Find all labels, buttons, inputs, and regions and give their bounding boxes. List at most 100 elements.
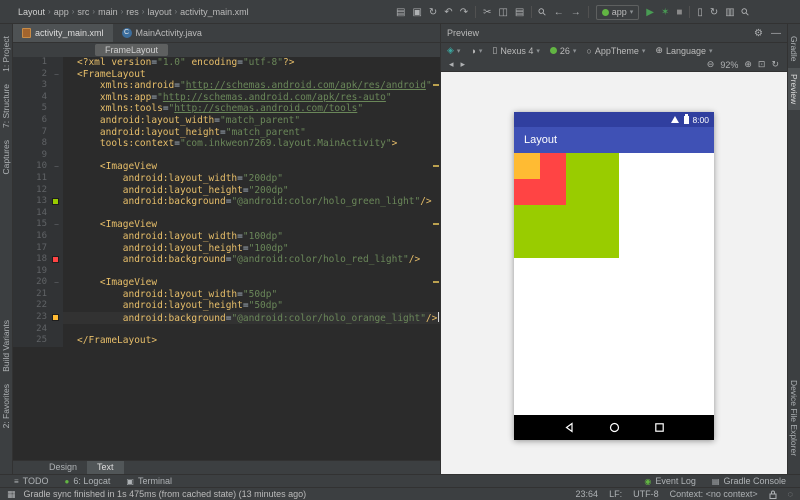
tool-stripe-button-2-favorites[interactable]: 2: Favorites bbox=[0, 378, 12, 434]
sdk-manager-icon[interactable]: ▥ bbox=[725, 7, 734, 18]
warning-mark[interactable] bbox=[433, 281, 439, 283]
theme-selector[interactable]: ○ AppTheme ▾ bbox=[586, 46, 645, 56]
next-screen-icon[interactable]: ▸ bbox=[461, 59, 466, 70]
lock-icon[interactable] bbox=[769, 490, 777, 499]
run-configuration-selector[interactable]: app▾ bbox=[596, 5, 640, 20]
night-mode-selector[interactable]: ◑ ▾ bbox=[470, 46, 482, 56]
code-line[interactable]: 17 android:layout_height="100dp" bbox=[13, 243, 440, 255]
file-encoding[interactable]: UTF-8 bbox=[633, 489, 659, 499]
code-line[interactable]: 23 android:background="@android:color/ho… bbox=[13, 312, 440, 324]
color-swatch[interactable] bbox=[52, 314, 59, 321]
zoom-fit-icon[interactable]: ⊡ bbox=[758, 59, 766, 70]
tab-activity-main-xml[interactable]: activity_main.xml bbox=[13, 24, 113, 42]
tool-stripe-button-captures[interactable]: Captures bbox=[0, 134, 12, 181]
tool-window-button-gradle-console[interactable]: ▤Gradle Console bbox=[712, 476, 786, 486]
back-icon[interactable] bbox=[564, 422, 575, 433]
breadcrumb-item[interactable]: Layout bbox=[18, 7, 45, 17]
zoom-in-icon[interactable]: ⊕ bbox=[744, 59, 752, 70]
code-line[interactable]: 22 android:layout_height="50dp" bbox=[13, 300, 440, 312]
notifications-icon[interactable]: ◌ bbox=[788, 489, 793, 499]
tool-stripe-button-1-project[interactable]: 1: Project bbox=[0, 30, 12, 78]
tool-stripe-button-build-variants[interactable]: Build Variants bbox=[0, 314, 12, 378]
tool-stripe-button-gradle[interactable]: Gradle bbox=[788, 30, 800, 68]
tool-stripe-button-7-structure[interactable]: 7: Structure bbox=[0, 78, 12, 134]
color-swatch[interactable] bbox=[52, 256, 59, 263]
tab-mainactivity-java[interactable]: CMainActivity.java bbox=[113, 24, 211, 42]
paste-icon[interactable]: ▤ bbox=[515, 7, 524, 18]
tool-stripe-button-preview[interactable]: Preview bbox=[788, 68, 800, 110]
warning-mark[interactable] bbox=[433, 84, 439, 86]
copy-icon[interactable]: ◫ bbox=[498, 7, 507, 18]
preview-settings-icon[interactable]: ⚙ bbox=[754, 28, 763, 39]
sync-files-icon[interactable]: ↻ bbox=[429, 7, 437, 18]
mode-tab-design[interactable]: Design bbox=[39, 461, 87, 474]
code-line[interactable]: 18 android:background="@android:color/ho… bbox=[13, 254, 440, 266]
code-line[interactable]: 15− <ImageView bbox=[13, 219, 440, 231]
find-icon[interactable]: ⚲ bbox=[537, 6, 550, 19]
open-project-icon[interactable]: ▤ bbox=[396, 7, 405, 18]
device-selector[interactable]: ▯ Nexus 4 ▾ bbox=[492, 45, 540, 56]
api-selector[interactable]: 26 ▾ bbox=[550, 46, 577, 56]
code-editor[interactable]: 1<?xml version="1.0" encoding="utf-8"?> 2… bbox=[13, 57, 440, 460]
breadcrumb-item[interactable]: app bbox=[54, 7, 69, 17]
breadcrumb-item[interactable]: activity_main.xml bbox=[180, 7, 249, 17]
cut-icon[interactable]: ✂ bbox=[483, 7, 491, 18]
forward-icon[interactable]: → bbox=[571, 7, 581, 18]
breadcrumb-item[interactable]: res bbox=[126, 7, 139, 17]
code-line[interactable]: 13 android:background="@android:color/ho… bbox=[13, 196, 440, 208]
warning-mark[interactable] bbox=[433, 223, 439, 225]
refresh-icon[interactable]: ↻ bbox=[771, 59, 779, 70]
code-line[interactable]: 12 android:layout_height="200dp" bbox=[13, 185, 440, 197]
locale-selector[interactable]: ⊕ Language ▾ bbox=[655, 45, 712, 56]
code-line[interactable]: 25</FrameLayout> bbox=[13, 335, 440, 347]
code-line[interactable]: 11 android:layout_width="200dp" bbox=[13, 173, 440, 185]
fold-marker-icon[interactable]: − bbox=[54, 69, 59, 81]
tool-window-button-terminal[interactable]: ▣Terminal bbox=[126, 476, 172, 486]
fold-marker-icon[interactable]: − bbox=[54, 277, 59, 289]
stop-icon[interactable]: ■ bbox=[676, 7, 682, 18]
avd-manager-icon[interactable]: ▯ bbox=[697, 7, 703, 18]
code-line[interactable]: 16 android:layout_width="100dp" bbox=[13, 231, 440, 243]
fold-marker-icon[interactable]: − bbox=[54, 161, 59, 173]
mode-tab-text[interactable]: Text bbox=[87, 461, 124, 474]
back-icon[interactable]: ← bbox=[554, 7, 564, 18]
xml-breadcrumb-framelayout[interactable]: FrameLayout bbox=[95, 44, 168, 56]
warning-mark[interactable] bbox=[433, 165, 439, 167]
search-everywhere-icon[interactable]: ⚲ bbox=[739, 6, 752, 19]
code-line[interactable]: 5 xmlns:tools="http://schemas.android.co… bbox=[13, 103, 440, 115]
zoom-out-icon[interactable]: ⊖ bbox=[707, 59, 715, 70]
caret-position[interactable]: 23:64 bbox=[576, 489, 599, 499]
fold-marker-icon[interactable]: − bbox=[54, 219, 59, 231]
device-preview[interactable]: 8:00 Layout bbox=[514, 112, 714, 440]
code-line[interactable]: 1<?xml version="1.0" encoding="utf-8"?> bbox=[13, 57, 440, 69]
color-swatch[interactable] bbox=[52, 198, 59, 205]
debug-icon[interactable]: ✶ bbox=[661, 7, 669, 18]
code-line[interactable]: 21 android:layout_width="50dp" bbox=[13, 289, 440, 301]
code-line[interactable]: 6 android:layout_width="match_parent" bbox=[13, 115, 440, 127]
breadcrumb-item[interactable]: main bbox=[98, 7, 118, 17]
gradle-sync-icon[interactable]: ↻ bbox=[710, 7, 718, 18]
home-icon[interactable] bbox=[609, 422, 620, 433]
code-line[interactable]: 3 xmlns:android="http://schemas.android.… bbox=[13, 80, 440, 92]
tool-stripe-button-device-file-explorer[interactable]: Device File Explorer bbox=[788, 374, 800, 462]
code-line[interactable]: 19 bbox=[13, 266, 440, 278]
context-widget[interactable]: Context: <no context> bbox=[670, 489, 758, 499]
breadcrumb-item[interactable]: layout bbox=[147, 7, 171, 17]
tool-window-button-event-log[interactable]: ◉Event Log bbox=[644, 476, 696, 486]
tool-window-button-todo[interactable]: ≡TODO bbox=[14, 476, 49, 486]
save-all-icon[interactable]: ▣ bbox=[412, 7, 421, 18]
breadcrumb-item[interactable]: src bbox=[77, 7, 89, 17]
tool-window-switcher-icon[interactable]: ▦ bbox=[7, 489, 16, 500]
code-line[interactable]: 10− <ImageView bbox=[13, 161, 440, 173]
orientation-selector[interactable]: ◈ ▾ bbox=[447, 45, 460, 56]
code-line[interactable]: 20− <ImageView bbox=[13, 277, 440, 289]
undo-icon[interactable]: ↶ bbox=[444, 7, 452, 18]
tool-window-button-6-logcat[interactable]: ●6: Logcat bbox=[65, 476, 111, 486]
code-line[interactable]: 14 bbox=[13, 208, 440, 220]
recents-icon[interactable] bbox=[654, 422, 665, 433]
run-icon[interactable]: ▶ bbox=[646, 7, 654, 18]
code-line[interactable]: 4 xmlns:app="http://schemas.android.com/… bbox=[13, 92, 440, 104]
code-line[interactable]: 24 bbox=[13, 324, 440, 336]
preview-hide-icon[interactable]: — bbox=[771, 28, 781, 39]
code-line[interactable]: 8 tools:context="com.inkweon7269.layout.… bbox=[13, 138, 440, 150]
